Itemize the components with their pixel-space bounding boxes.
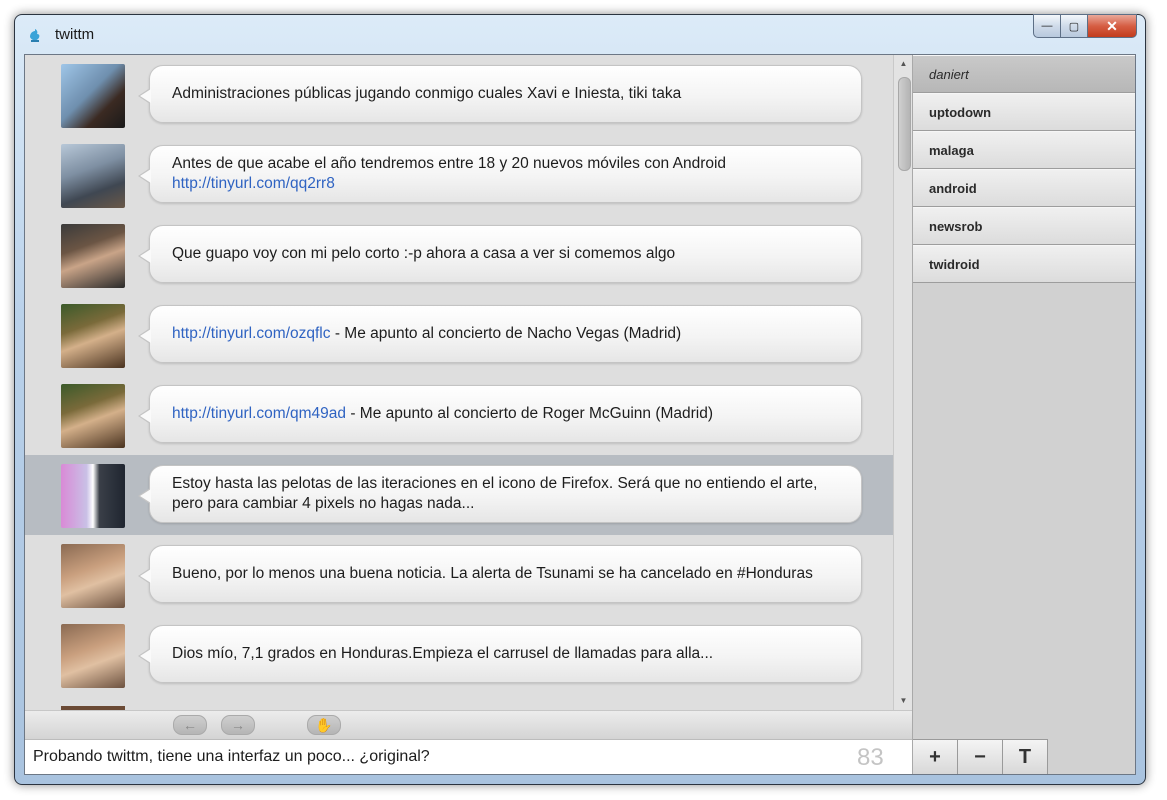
close-button[interactable]: ✕ [1087,14,1137,38]
avatar[interactable] [61,304,125,368]
scroll-thumb[interactable] [898,77,911,171]
tweet-bubble: Bueno, por lo menos una buena noticia. L… [138,545,862,603]
tweet-text: http://tinyurl.com/ozqflc - Me apunto al… [150,324,721,344]
tweet-link[interactable]: http://tinyurl.com/qq2rr8 [172,175,335,192]
tweet-text: Bueno, por lo menos una buena noticia. L… [150,564,853,584]
tweet-bubble: Que guapo voy con mi pelo corto :-p ahor… [138,225,862,283]
account-item[interactable]: android [913,169,1135,207]
account-item[interactable]: malaga [913,131,1135,169]
add-account-button[interactable]: + [913,739,958,774]
tweet-bubble: Estoy hasta las pelotas de las iteracion… [138,465,862,523]
account-item[interactable]: twidroid [913,245,1135,283]
account-item[interactable]: newsrob [913,207,1135,245]
avatar[interactable] [61,544,125,608]
avatar[interactable] [61,64,125,128]
tweet-bubble: Antes de que acabe el año tendremos entr… [138,145,862,203]
tweet-bubble: Dios mío, 7,1 grados en Honduras.Empieza… [138,625,862,683]
compose-input[interactable] [31,747,835,767]
tweet-bubble: http://tinyurl.com/ozqflc - Me apunto al… [138,305,862,363]
tweet-bubble: http://tinyurl.com/qm49ad - Me apunto al… [138,385,862,443]
text-button[interactable]: T [1003,739,1048,774]
tweet-text-segment: Bueno, por lo menos una buena noticia. L… [172,565,813,582]
tweet-text-segment: - Me apunto al concierto de Nacho Vegas … [330,325,682,342]
tweet-link[interactable]: http://tinyurl.com/ozqflc [172,325,331,342]
tweet-row[interactable]: Dios mío, 7,1 grados en Honduras.Empieza… [25,615,893,695]
maximize-button[interactable]: ▢ [1060,14,1087,38]
tweet-feed[interactable]: Dios mío, 7,1 grados en Honduras.Empieza… [25,55,893,710]
tweet-text: Estoy hasta las pelotas de las iteracion… [150,474,861,514]
minimize-button[interactable]: — [1033,14,1060,38]
tweet-text: Que guapo voy con mi pelo corto :-p ahor… [150,244,715,264]
hand-icon[interactable]: ✋ [307,715,341,735]
tweet-text-segment: Antes de que acabe el año tendremos entr… [172,155,727,172]
tweet-row[interactable]: Que guapo voy con mi pelo corto :-p ahor… [25,215,893,295]
tweet-text: http://tinyurl.com/qm49ad - Me apunto al… [150,404,753,424]
tweet-row[interactable]: Bueno, por lo menos una buena noticia. L… [25,535,893,615]
twittm-bird-icon [30,29,40,42]
char-counter: 83 [857,744,884,771]
tweet-bubble: Administraciones públicas jugando conmig… [138,65,862,123]
account-item[interactable]: daniert [913,55,1135,93]
tweet-link[interactable]: http://tinyurl.com/qm49ad [172,405,346,422]
client-area: Dios mío, 7,1 grados en Honduras.Empieza… [24,54,1136,775]
tweet-text: Administraciones públicas jugando conmig… [150,84,721,104]
accounts-list: daniert uptodown malaga android newsrob twidr… [913,55,1135,283]
window-title: twittm [55,26,95,43]
tweet-text-segment: - Me apunto al concierto de Roger McGuin… [346,405,714,422]
remove-account-button[interactable]: − [958,739,1003,774]
avatar[interactable] [61,384,125,448]
tweet-text-segment: Dios mío, 7,1 grados en Honduras.Empieza… [172,645,714,662]
app-window: twittm — ▢ ✕ Dios mío, 7,1 grados en Hon… [14,14,1146,785]
back-arrow-icon[interactable]: ← [173,715,207,735]
sidebar-actions: + − T [913,739,1048,774]
compose-box: 83 [25,739,912,774]
scroll-up-arrow-icon[interactable]: ▲ [894,59,913,68]
tweet-row[interactable]: http://tinyurl.com/ozqflc - Me apunto al… [25,295,893,375]
scroll-down-arrow-icon[interactable]: ▼ [894,696,913,705]
avatar[interactable] [61,464,125,528]
forward-arrow-icon[interactable]: → [221,715,255,735]
tweet-text-segment: Estoy hasta las pelotas de las iteracion… [172,475,818,512]
tweet-text-segment: Que guapo voy con mi pelo corto :-p ahor… [172,245,676,262]
tweet-text-segment: Administraciones públicas jugando conmig… [172,85,682,102]
tweet-row[interactable]: http://tinyurl.com/qm49ad - Me apunto al… [25,375,893,455]
title-bar[interactable]: twittm — ▢ ✕ [15,14,1145,55]
avatar[interactable] [61,224,125,288]
account-item[interactable]: uptodown [913,93,1135,131]
feed-scrollbar[interactable]: ▲ ▼ [893,55,913,710]
tweet-text: Dios mío, 7,1 grados en Honduras.Empieza… [150,644,753,664]
accounts-sidebar: daniert uptodown malaga android newsrob twidr… [912,55,1135,774]
tweet-row[interactable]: Estoy hasta las pelotas de las iteracion… [25,455,893,535]
feed-toolbar: ← → ✋ [25,710,912,739]
tweet-row[interactable]: Antes de que acabe el año tendremos entr… [25,135,893,215]
caption-buttons: — ▢ ✕ [1033,14,1137,38]
tweet-text: Antes de que acabe el año tendremos entr… [150,154,861,194]
avatar[interactable] [61,144,125,208]
avatar[interactable] [61,624,125,688]
tweet-row[interactable]: Administraciones públicas jugando conmig… [25,55,893,135]
